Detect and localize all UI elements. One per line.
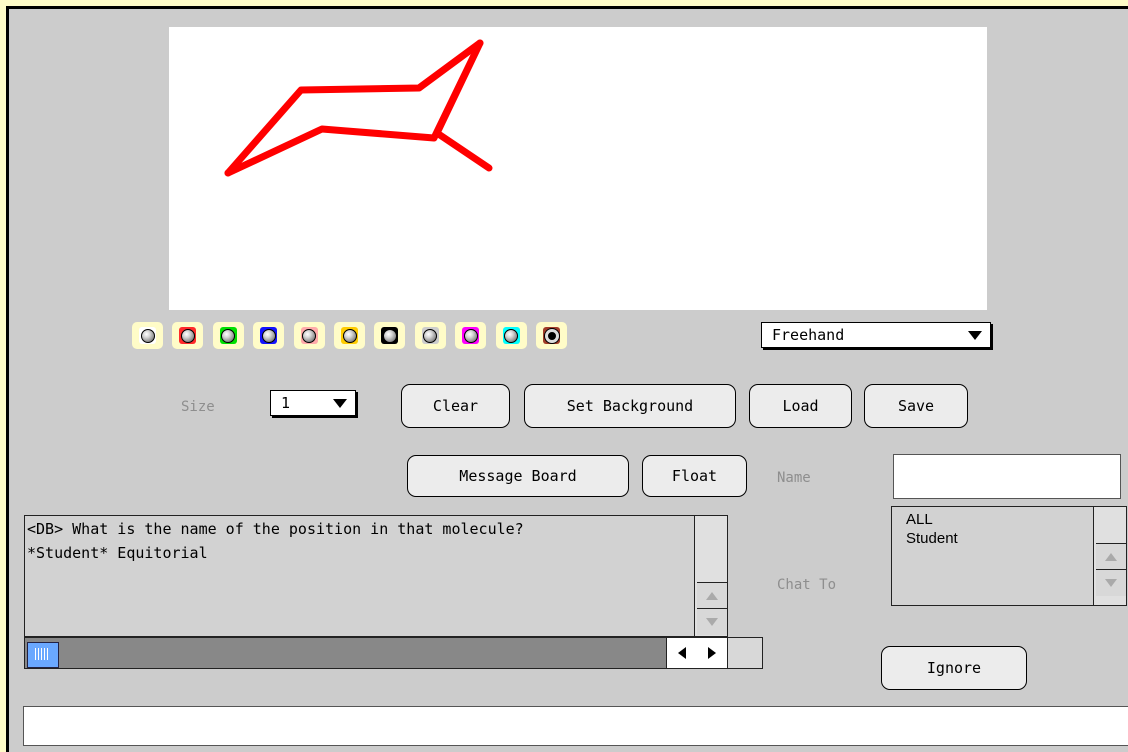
chat-transcript[interactable]: <DB> What is the name of the position in… [24, 515, 728, 637]
arrow-down-icon [706, 618, 718, 626]
message-board-button[interactable]: Message Board [407, 455, 629, 497]
color-chip [421, 327, 439, 344]
scroll-up-button[interactable] [697, 582, 727, 609]
color-chip [381, 327, 399, 344]
radio-ball-icon [382, 328, 397, 343]
chat-to-list[interactable]: ALL Student [891, 506, 1127, 606]
color-chip [179, 327, 197, 344]
list-item[interactable]: Student [906, 530, 958, 547]
arrow-right-icon [708, 647, 716, 659]
float-button[interactable]: Float [642, 455, 747, 497]
name-label: Name [777, 470, 811, 486]
chevron-down-icon [968, 331, 982, 340]
whiteboard-window: Freehand Size 1 Clear Set Background Loa… [6, 6, 1128, 752]
color-swatch-blue[interactable] [253, 322, 285, 349]
color-chip [341, 327, 358, 344]
scroll-thumb[interactable] [27, 642, 59, 668]
color-swatch-magenta[interactable] [455, 322, 487, 349]
name-input[interactable] [893, 454, 1121, 499]
grip-icon [35, 648, 49, 660]
tool-select[interactable]: Freehand [761, 322, 991, 348]
chat-input[interactable] [23, 706, 1128, 746]
radio-ball-icon [544, 328, 559, 343]
color-swatch-red[interactable] [172, 322, 204, 349]
size-label: Size [181, 399, 215, 415]
size-select-value: 1 [281, 394, 291, 412]
scroll-down-button[interactable] [1096, 569, 1126, 596]
ignore-button[interactable]: Ignore [881, 646, 1027, 690]
canvas-drawing [224, 39, 493, 177]
radio-ball-icon [221, 328, 236, 343]
clear-button[interactable]: Clear [401, 384, 510, 428]
size-select[interactable]: 1 [270, 390, 356, 416]
drawing-canvas[interactable] [169, 27, 987, 310]
radio-ball-icon [463, 328, 478, 343]
chat-vertical-scrollbar[interactable] [694, 516, 727, 636]
set-background-button[interactable]: Set Background [524, 384, 736, 428]
load-button[interactable]: Load [749, 384, 852, 428]
scroll-up-button[interactable] [1096, 543, 1126, 570]
scroll-corner [728, 637, 763, 669]
chevron-down-icon [333, 399, 347, 408]
color-swatch-white[interactable] [132, 322, 163, 349]
color-chip [219, 327, 237, 344]
list-item[interactable]: ALL [906, 511, 933, 528]
radio-ball-icon [504, 328, 519, 343]
radio-ball-icon [302, 328, 317, 343]
color-chip [462, 327, 480, 344]
color-swatch-brown[interactable] [536, 322, 567, 349]
scroll-down-button[interactable] [697, 608, 727, 635]
save-button[interactable]: Save [864, 384, 968, 428]
radio-ball-icon [180, 328, 195, 343]
chat-to-label: Chat To [777, 577, 837, 593]
arrow-up-icon [1105, 553, 1117, 561]
arrow-up-icon [706, 592, 718, 600]
scroll-right-button[interactable] [697, 638, 727, 668]
color-swatch-gray[interactable] [414, 322, 446, 349]
color-swatch-yellow[interactable] [334, 322, 365, 349]
scroll-left-button[interactable] [667, 638, 697, 668]
chat-message: <DB> What is the name of the position in… [27, 520, 524, 538]
radio-ball-icon [261, 328, 276, 343]
color-swatch-cyan[interactable] [495, 322, 527, 349]
color-chip [300, 327, 318, 344]
color-swatch-black[interactable] [374, 322, 406, 349]
color-chip [543, 327, 560, 344]
radio-ball-icon [140, 328, 155, 343]
color-chip [260, 327, 278, 344]
horizontal-scroll-arrows [666, 638, 727, 668]
chat-to-scrollbar[interactable] [1093, 507, 1126, 605]
color-chip [139, 327, 156, 344]
arrow-down-icon [1105, 579, 1117, 587]
color-swatch-green[interactable] [212, 322, 244, 349]
radio-ball-icon [342, 328, 357, 343]
radio-ball-icon [423, 328, 438, 343]
chat-horizontal-scrollbar[interactable] [24, 637, 728, 669]
chat-message: *Student* Equitorial [27, 544, 208, 562]
color-swatch-pink[interactable] [293, 322, 325, 349]
tool-select-value: Freehand [772, 326, 845, 344]
color-chip [502, 327, 520, 344]
arrow-left-icon [678, 647, 686, 659]
